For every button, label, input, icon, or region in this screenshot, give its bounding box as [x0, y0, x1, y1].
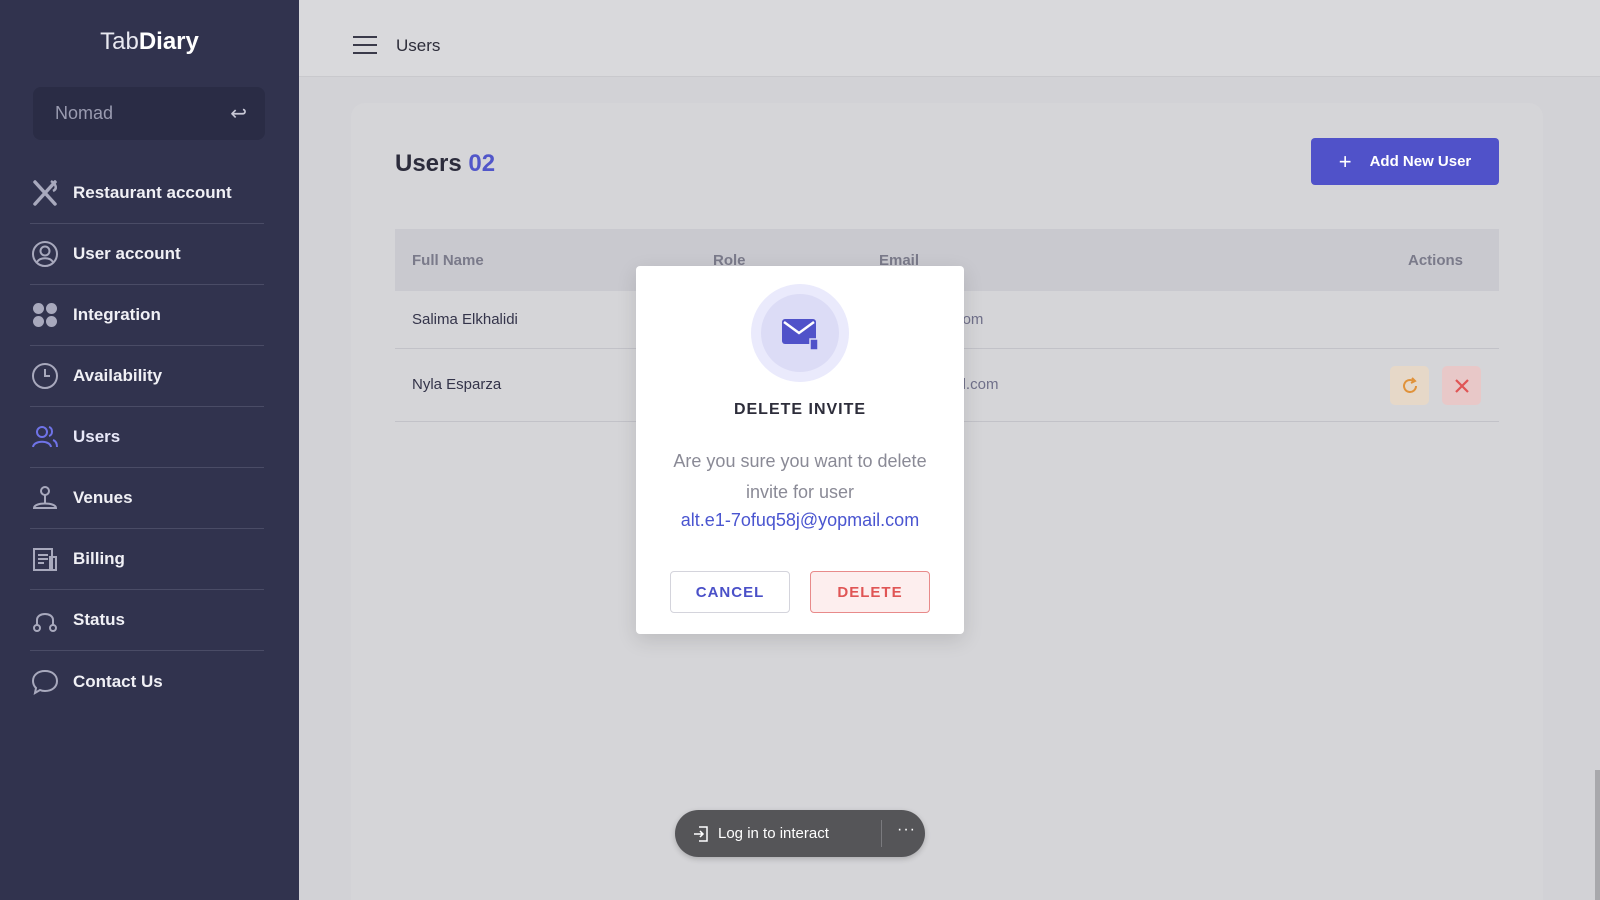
- column-header-full-name[interactable]: Full Name: [412, 252, 484, 269]
- sidebar-item-contact-us[interactable]: Contact Us: [30, 651, 264, 712]
- sidebar-item-billing[interactable]: Billing: [30, 529, 264, 590]
- refresh-icon: [1402, 376, 1417, 393]
- cell-full-name: Nyla Esparza: [412, 376, 502, 393]
- delete-invite-modal: DELETE INVITE Are you sure you want to d…: [636, 266, 964, 634]
- sidebar-item-label: User account: [73, 244, 181, 263]
- more-options-icon[interactable]: ···: [897, 821, 916, 839]
- plus-icon: +: [1338, 148, 1352, 174]
- logo-text-light: Tab: [100, 28, 139, 55]
- topbar: Users: [299, 0, 1600, 77]
- login-to-interact-bar[interactable]: Log in to interact ···: [675, 810, 925, 857]
- utensils-icon: [30, 178, 60, 208]
- users-icon: [30, 422, 60, 452]
- sidebar-item-label: Users: [73, 427, 121, 446]
- users-heading: Users 02: [395, 150, 495, 178]
- confirm-delete-button[interactable]: DELETE: [810, 571, 930, 613]
- modal-message: Are you sure you want to delete invite f…: [673, 451, 927, 502]
- login-to-interact-label[interactable]: Log in to interact: [718, 825, 829, 842]
- users-count: 02: [468, 150, 496, 177]
- login-icon: [692, 825, 710, 843]
- sidebar-item-label: Status: [73, 610, 125, 629]
- sidebar-nav: Restaurant account User account Integrat…: [30, 163, 264, 712]
- hamburger-menu-icon[interactable]: [353, 36, 377, 54]
- user-circle-icon: [30, 239, 60, 269]
- users-heading-text: Users: [395, 150, 462, 177]
- sidebar-item-label: Restaurant account: [73, 183, 232, 202]
- logo-text-bold: Diary: [138, 28, 199, 55]
- sidebar-item-integration[interactable]: Integration: [30, 285, 264, 346]
- sidebar-item-restaurant-account[interactable]: Restaurant account: [30, 163, 264, 224]
- venue-name: Nomad: [55, 103, 114, 123]
- cell-full-name: Salima Elkhalidi: [412, 311, 518, 328]
- clock-icon: [30, 361, 60, 391]
- sidebar-item-venues[interactable]: Venues: [30, 468, 264, 529]
- sidebar: TabDiary Nomad ↩ Restaurant account User…: [0, 0, 299, 900]
- sidebar-item-availability[interactable]: Availability: [30, 346, 264, 407]
- delete-invite-button[interactable]: [1442, 366, 1481, 405]
- cancel-button[interactable]: CANCEL: [670, 571, 790, 613]
- modal-icon-badge: [751, 284, 849, 382]
- grid-icon: [30, 300, 60, 330]
- chat-icon: [30, 667, 60, 697]
- app-logo[interactable]: TabDiary: [0, 28, 299, 56]
- billing-icon: [30, 544, 60, 574]
- venue-selector[interactable]: Nomad ↩: [33, 87, 265, 140]
- divider: [881, 820, 882, 847]
- resend-invite-button[interactable]: [1390, 366, 1429, 405]
- status-icon: [30, 605, 60, 635]
- add-new-user-button[interactable]: + Add New User: [1311, 138, 1499, 185]
- sidebar-item-label: Venues: [73, 488, 133, 507]
- sidebar-item-label: Integration: [73, 305, 161, 324]
- sidebar-item-user-account[interactable]: User account: [30, 224, 264, 285]
- sidebar-item-status[interactable]: Status: [30, 590, 264, 651]
- sidebar-item-label: Availability: [73, 366, 163, 385]
- switch-venue-icon[interactable]: ↩: [230, 101, 247, 126]
- sidebar-item-label: Billing: [73, 549, 125, 568]
- close-icon: [1454, 378, 1469, 393]
- page-title: Users: [396, 36, 441, 55]
- modal-title: DELETE INVITE: [733, 401, 867, 418]
- scrollbar[interactable]: [1595, 770, 1600, 900]
- add-new-user-label: Add New User: [1369, 153, 1472, 170]
- modal-invite-email: alt.e1-7ofuq58j@yopmail.com: [680, 510, 920, 530]
- envelope-icon: [782, 319, 819, 351]
- venue-icon: [30, 483, 60, 513]
- column-header-actions: Actions: [1407, 251, 1463, 269]
- sidebar-item-users[interactable]: Users: [30, 407, 264, 468]
- sidebar-item-label: Contact Us: [73, 671, 163, 691]
